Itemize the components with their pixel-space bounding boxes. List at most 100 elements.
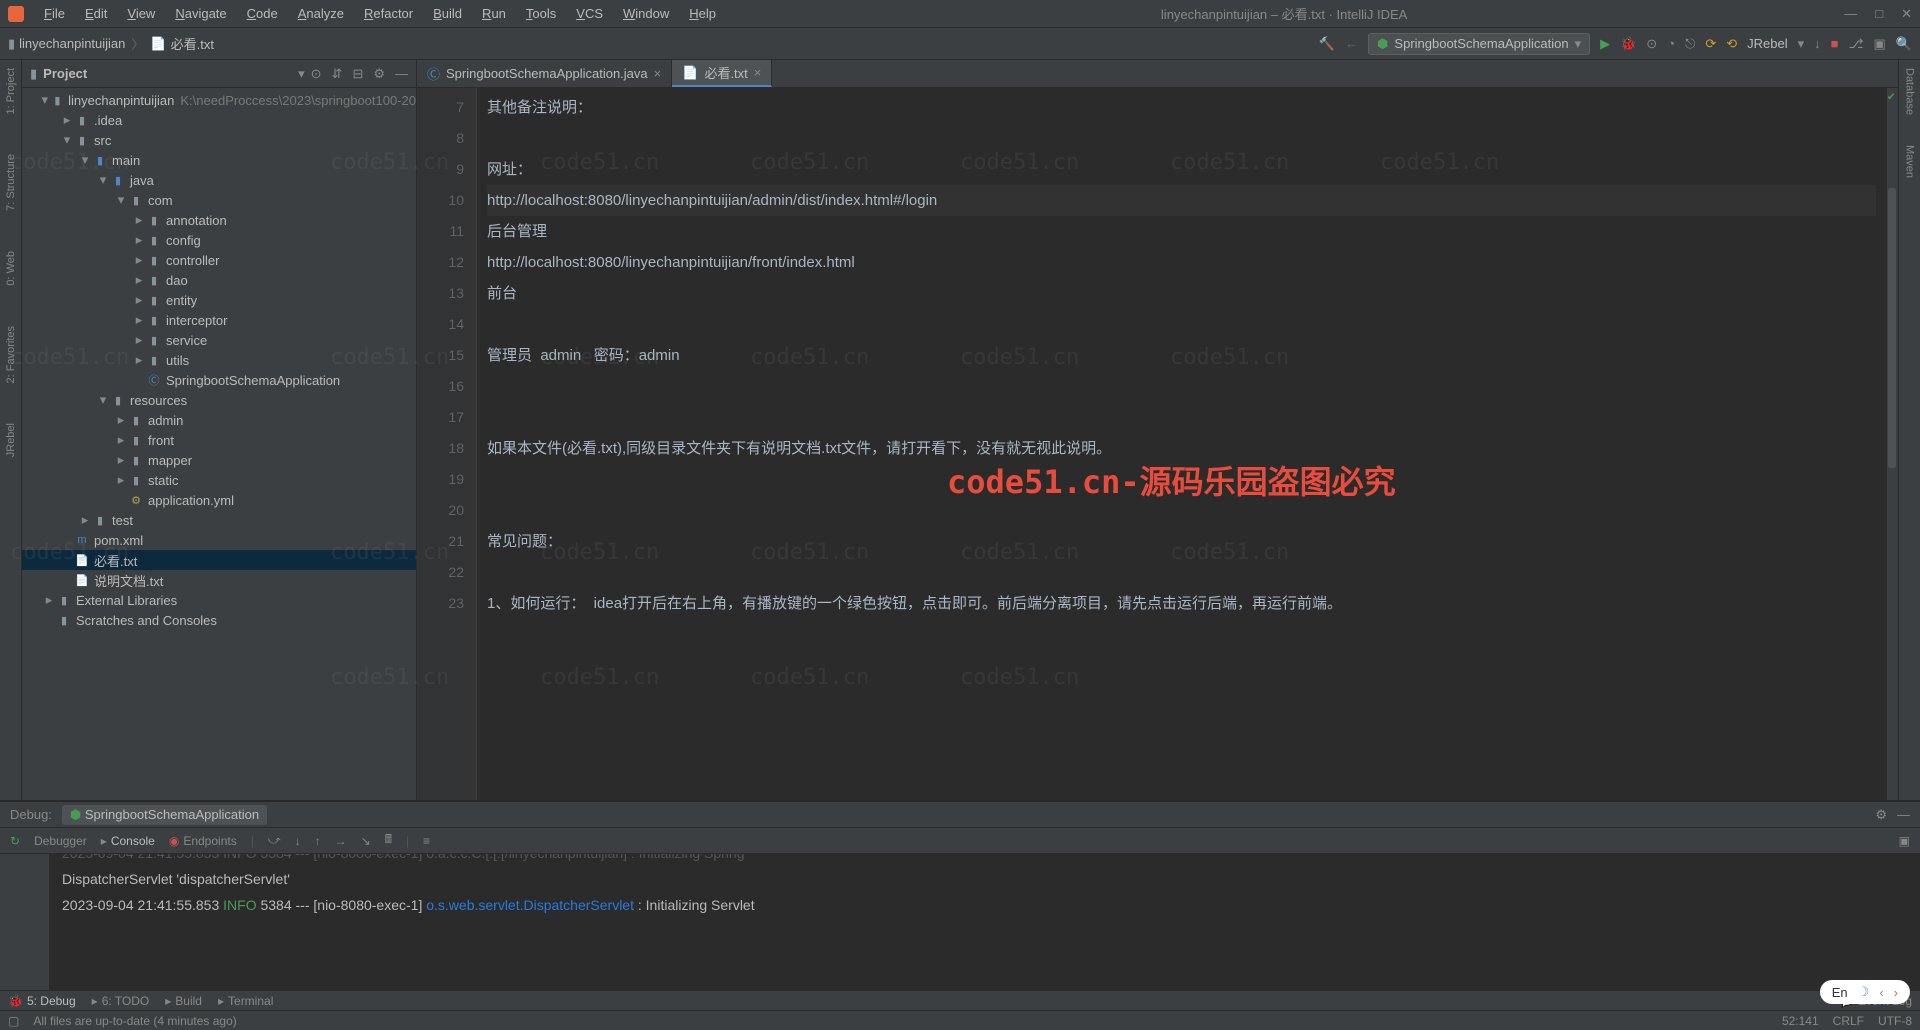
maximize-icon[interactable]: □: [1875, 6, 1883, 22]
tree-item[interactable]: ▸▮interceptor: [22, 310, 416, 330]
tree-item[interactable]: ▾▮java: [22, 170, 416, 190]
code-line[interactable]: http://localhost:8080/linyechanpintuijia…: [487, 185, 1876, 216]
left-tab-web[interactable]: 0: Web: [5, 251, 17, 286]
encoding[interactable]: UTF-8: [1878, 1014, 1912, 1028]
tool-window-icon[interactable]: ▢: [8, 1014, 19, 1028]
debug-config[interactable]: ⬢ SpringbootSchemaApplication: [62, 805, 267, 825]
tree-item[interactable]: ▮Scratches and Consoles: [22, 610, 416, 630]
code-line[interactable]: 后台管理: [487, 216, 1876, 247]
tree-item[interactable]: ▾▮main: [22, 150, 416, 170]
vcs-update-icon[interactable]: ↓: [1814, 36, 1821, 51]
run-config-select[interactable]: ⬢ SpringbootSchemaApplication ▾: [1368, 33, 1590, 55]
tree-item[interactable]: ▾▮linyechanpintuijianK:\needProccess\202…: [22, 90, 416, 110]
left-tab-project[interactable]: 1: Project: [5, 68, 17, 114]
close-tab-icon[interactable]: ×: [654, 66, 662, 81]
menu-refactor[interactable]: Refactor: [356, 4, 421, 23]
menu-help[interactable]: Help: [681, 4, 724, 23]
bottom-tab-todo[interactable]: ▸6: TODO: [92, 994, 150, 1008]
step-into-icon[interactable]: ↓: [295, 834, 301, 848]
tree-item[interactable]: ▸▮External Libraries: [22, 590, 416, 610]
tree-item[interactable]: ▸▮service: [22, 330, 416, 350]
menu-view[interactable]: View: [119, 4, 163, 23]
code-line[interactable]: [487, 309, 1876, 340]
code-editor[interactable]: 其他备注说明： 网址：http://localhost:8080/linyech…: [477, 88, 1886, 800]
endpoints-tab[interactable]: ◉Endpoints: [169, 834, 237, 848]
code-line[interactable]: http://localhost:8080/linyechanpintuijia…: [487, 247, 1876, 278]
tree-item[interactable]: ▾▮src: [22, 130, 416, 150]
more-icon[interactable]: ≡: [423, 834, 430, 848]
editor-tab[interactable]: 📄必看.txt×: [672, 60, 772, 87]
minimize-icon[interactable]: —: [1844, 6, 1857, 22]
tree-item[interactable]: ▸▮static: [22, 470, 416, 490]
step-out-icon[interactable]: ↑: [315, 834, 321, 848]
search-icon[interactable]: 🔍: [1896, 36, 1912, 52]
menu-build[interactable]: Build: [425, 4, 470, 23]
tree-item[interactable]: ▸▮entity: [22, 290, 416, 310]
step-icon[interactable]: →: [335, 834, 347, 848]
collapse-icon[interactable]: ⊟: [352, 66, 363, 82]
line-separator[interactable]: CRLF: [1833, 1014, 1864, 1028]
code-line[interactable]: 1、如何运行： idea打开后在右上角，有播放键的一个绿色按钮，点击即可。前后端…: [487, 588, 1876, 619]
project-tree[interactable]: ▾▮linyechanpintuijianK:\needProccess\202…: [22, 88, 416, 800]
menu-vcs[interactable]: VCS: [568, 4, 611, 23]
coverage-icon[interactable]: ⊙: [1646, 36, 1657, 52]
menu-edit[interactable]: Edit: [77, 4, 115, 23]
debug-settings-icon[interactable]: ⚙: [1875, 807, 1887, 823]
attach-icon[interactable]: ⎋: [1685, 36, 1695, 52]
jrebel-run-icon[interactable]: ⟳: [1705, 36, 1716, 52]
arrow-left-icon[interactable]: ‹: [1879, 985, 1883, 1000]
debugger-tab[interactable]: Debugger: [34, 834, 87, 848]
profile-icon[interactable]: ◔: [1667, 36, 1675, 51]
bottom-tab-terminal[interactable]: ▸Terminal: [218, 994, 273, 1008]
code-line[interactable]: 常见问题：: [487, 526, 1876, 557]
left-tab-jrebel[interactable]: JRebel: [5, 423, 17, 457]
console-tab[interactable]: ▸Console: [101, 834, 155, 848]
right-tab-maven[interactable]: Maven: [1904, 145, 1916, 178]
debug-rerun-icon[interactable]: ↻: [10, 834, 20, 848]
breadcrumb-file[interactable]: 📄必看.txt: [150, 34, 214, 53]
tree-item[interactable]: ⚙application.yml: [22, 490, 416, 510]
code-line[interactable]: [487, 123, 1876, 154]
tree-item[interactable]: ▸▮admin: [22, 410, 416, 430]
tree-item[interactable]: 📄必看.txt: [22, 550, 416, 570]
bottom-tab-build[interactable]: ▸Build: [165, 994, 202, 1008]
code-line[interactable]: [487, 557, 1876, 588]
tree-item[interactable]: ▸▮dao: [22, 270, 416, 290]
menu-file[interactable]: File: [36, 4, 73, 23]
tree-item[interactable]: 📄说明文档.txt: [22, 570, 416, 590]
hide-icon[interactable]: —: [395, 66, 408, 82]
editor-tab[interactable]: ⒸSpringbootSchemaApplication.java×: [417, 60, 672, 87]
close-icon[interactable]: ✕: [1901, 6, 1912, 22]
locate-icon[interactable]: ⊙: [311, 66, 322, 82]
code-line[interactable]: [487, 495, 1876, 526]
code-line[interactable]: [487, 402, 1876, 433]
tree-item[interactable]: ▸▮front: [22, 430, 416, 450]
layout-icon[interactable]: ▣: [1874, 36, 1886, 52]
settings-icon[interactable]: ⚙: [373, 66, 385, 82]
menu-tools[interactable]: Tools: [518, 4, 564, 23]
layout-icon[interactable]: ▣: [1899, 834, 1910, 848]
evaluate-icon[interactable]: 🖩: [385, 830, 392, 851]
code-line[interactable]: 网址：: [487, 154, 1876, 185]
left-tab-structure[interactable]: 7: Structure: [5, 154, 17, 211]
debug-icon[interactable]: 🐞: [1620, 36, 1636, 52]
jrebel-debug-icon[interactable]: ⟲: [1726, 36, 1737, 52]
menu-navigate[interactable]: Navigate: [167, 4, 234, 23]
scrollbar-thumb[interactable]: [1888, 188, 1896, 468]
tree-item[interactable]: ▸▮utils: [22, 350, 416, 370]
menu-run[interactable]: Run: [474, 4, 514, 23]
menu-analyze[interactable]: Analyze: [290, 4, 352, 23]
jrebel-dropdown-icon[interactable]: ▾: [1798, 36, 1805, 52]
ime-indicator[interactable]: En ☽ ‹ ›: [1820, 980, 1910, 1004]
code-line[interactable]: [487, 464, 1876, 495]
tree-item[interactable]: ▸▮.idea: [22, 110, 416, 130]
code-line[interactable]: 如果本文件(必看.txt),同级目录文件夹下有说明文档.txt文件，请打开看下，…: [487, 433, 1876, 464]
menu-code[interactable]: Code: [239, 4, 286, 23]
code-line[interactable]: 管理员 admin 密码：admin: [487, 340, 1876, 371]
run-cursor-icon[interactable]: ↘: [361, 834, 371, 848]
tree-item[interactable]: ▸▮controller: [22, 250, 416, 270]
tree-item[interactable]: ▾▮resources: [22, 390, 416, 410]
menu-window[interactable]: Window: [615, 4, 677, 23]
debug-hide-icon[interactable]: —: [1897, 807, 1910, 822]
right-tab-database[interactable]: Database: [1904, 68, 1916, 115]
